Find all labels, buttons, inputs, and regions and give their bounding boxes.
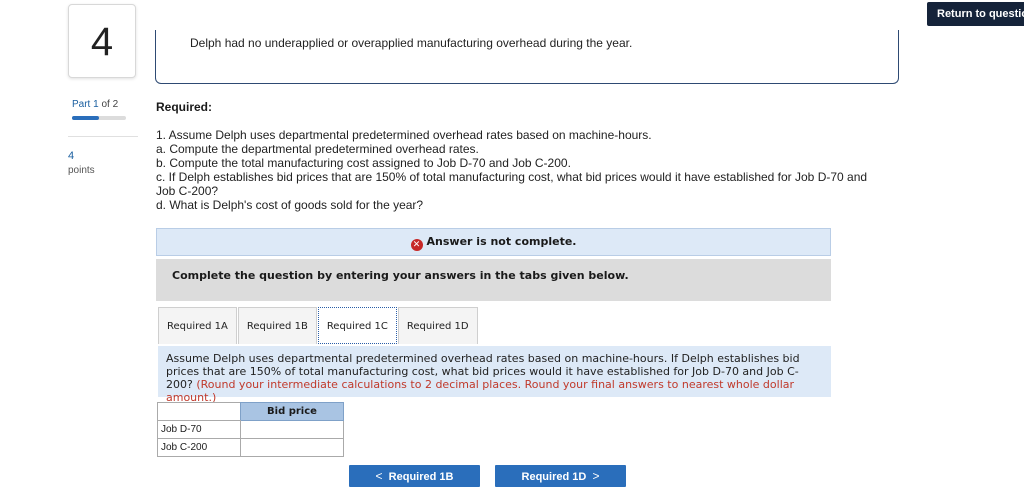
required-line: b. Compute the total manufacturing cost … xyxy=(156,156,571,170)
answer-status-text: Answer is not complete. xyxy=(426,235,577,248)
x-circle-icon: ✕ xyxy=(410,239,423,251)
required-line: a. Compute the departmental predetermine… xyxy=(156,142,479,156)
row-label-job-d70: Job D-70 xyxy=(157,420,241,439)
bid-price-input-job-d70[interactable] xyxy=(240,420,344,439)
tab-required-1c[interactable]: Required 1C xyxy=(317,307,397,344)
answer-status-bar: ✕ Answer is not complete. xyxy=(156,228,831,256)
table-row: Job D-70 xyxy=(157,420,344,439)
part-word: Part xyxy=(72,99,91,110)
chevron-right-icon: > xyxy=(592,469,600,483)
context-text: Delph had no underapplied or overapplied… xyxy=(190,36,633,50)
instruction-bar: Complete the question by entering your a… xyxy=(156,259,831,301)
tab-required-1a[interactable]: Required 1A xyxy=(158,307,237,344)
required-line: 1. Assume Delph uses departmental predet… xyxy=(156,128,652,142)
rounding-note: (Round your intermediate calculations to… xyxy=(166,378,795,404)
points-value: 4 xyxy=(68,150,75,162)
required-tabs: Required 1A Required 1B Required 1C Requ… xyxy=(158,307,479,344)
part-of: of 2 xyxy=(101,99,119,110)
return-to-question-button[interactable]: Return to questio xyxy=(927,2,1024,26)
next-required-button[interactable]: Required 1D > xyxy=(495,465,626,487)
question-number: 4 xyxy=(68,4,136,78)
next-label: Required 1D xyxy=(521,471,587,483)
part-progress-fill xyxy=(72,116,99,120)
row-label-job-c200: Job C-200 xyxy=(157,438,241,457)
part-progress-bar xyxy=(72,116,126,120)
required-heading: Required: xyxy=(156,100,213,114)
table-corner xyxy=(157,402,241,421)
prev-label: Required 1B xyxy=(388,471,454,483)
required-line: c. If Delph establishes bid prices that … xyxy=(156,170,868,184)
table-header-row: Bid price xyxy=(157,402,344,421)
required-list: 1. Assume Delph uses departmental predet… xyxy=(156,128,901,212)
tab-required-1d[interactable]: Required 1D xyxy=(397,307,478,344)
points-label: points xyxy=(68,165,95,176)
question-prompt: Assume Delph uses departmental predeterm… xyxy=(158,346,831,404)
tab-required-1b[interactable]: Required 1B xyxy=(237,307,317,344)
chevron-left-icon: < xyxy=(375,469,383,483)
prev-required-button[interactable]: < Required 1B xyxy=(349,465,480,487)
context-box: Delph had no underapplied or overapplied… xyxy=(155,30,899,84)
required-line: Job C-200? xyxy=(156,184,219,198)
required-line: d. What is Delph's cost of goods sold fo… xyxy=(156,198,424,212)
part-indicator: Part 1 of 2 xyxy=(72,99,118,110)
bid-price-table: Bid price Job D-70 Job C-200 xyxy=(157,402,344,457)
table-row: Job C-200 xyxy=(157,438,344,457)
sidebar-divider xyxy=(68,136,138,137)
part-current: 1 xyxy=(93,99,99,110)
bid-price-header: Bid price xyxy=(240,402,344,421)
bid-price-input-job-c200[interactable] xyxy=(240,438,344,457)
instruction-text: Complete the question by entering your a… xyxy=(172,269,629,282)
